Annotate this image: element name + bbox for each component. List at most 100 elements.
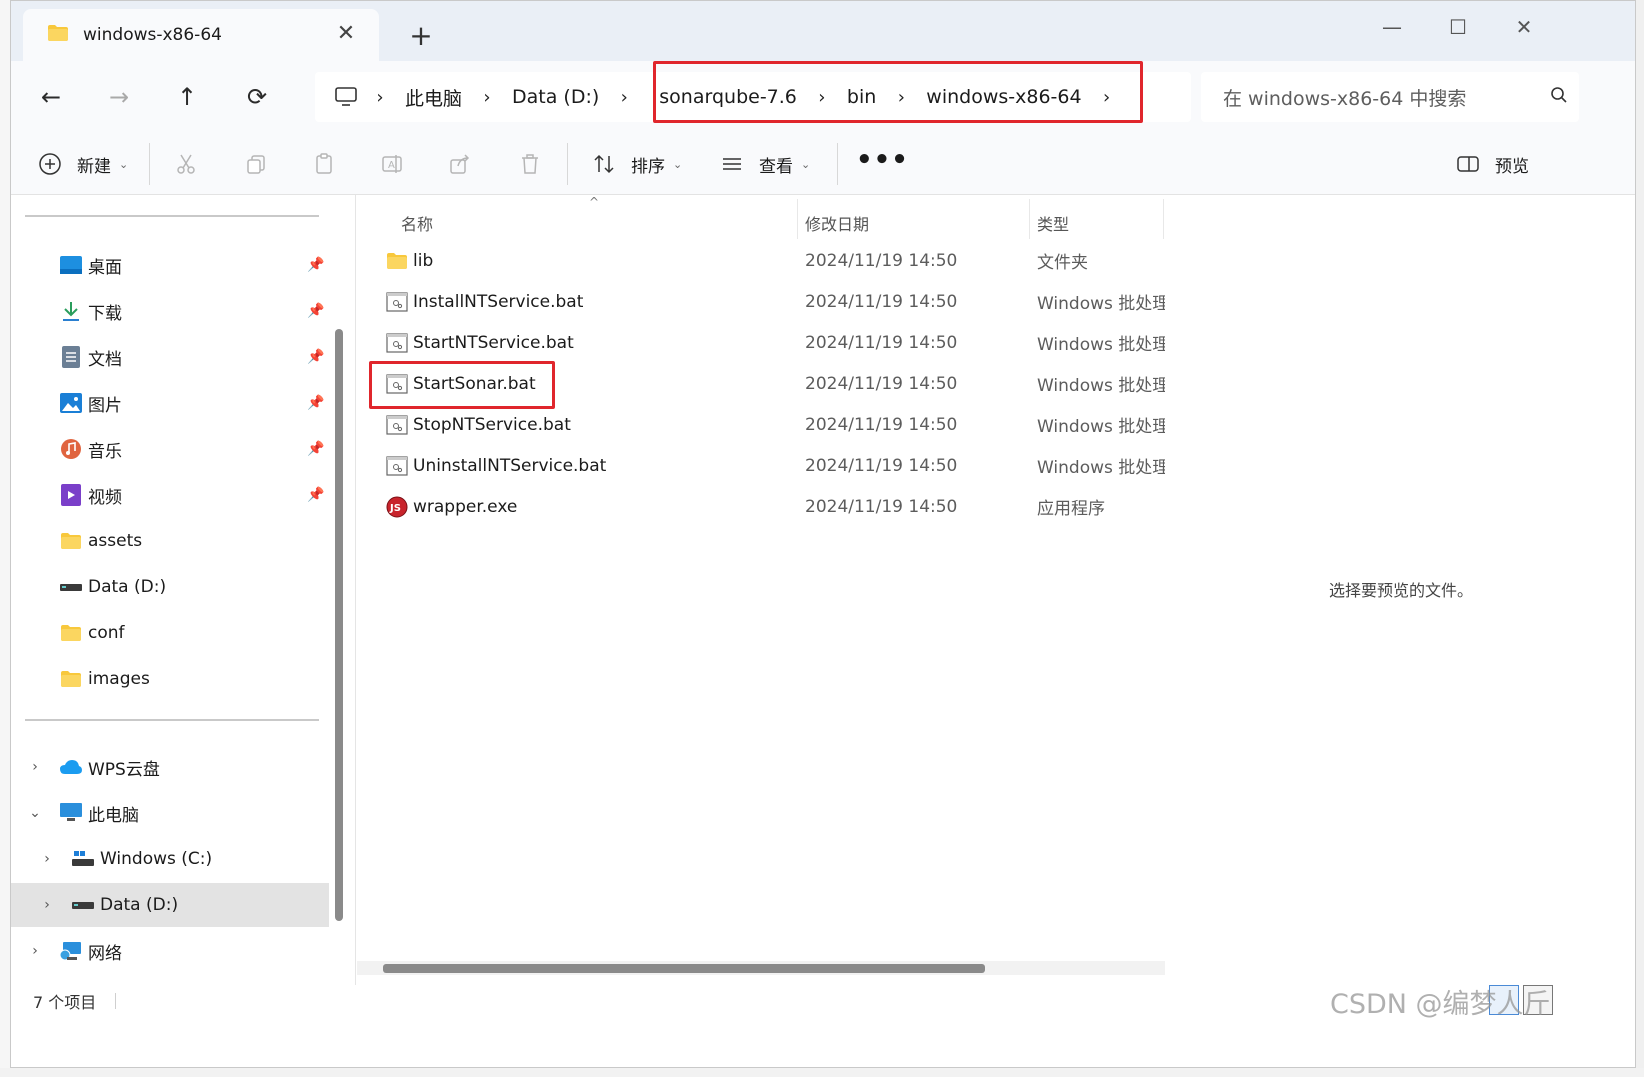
pin-icon[interactable]: 📌 xyxy=(307,395,324,411)
pin-icon[interactable]: 📌 xyxy=(307,487,324,503)
breadcrumb-data-d[interactable]: Data (D:) xyxy=(504,86,607,108)
watermark-text: CSDN @编梦人斤 xyxy=(1330,989,1551,1020)
sort-button[interactable]: 排序 ⌄ xyxy=(587,147,682,181)
sidebar-item-data-d[interactable]: › Data (D:) xyxy=(11,883,329,927)
pin-icon[interactable]: 📌 xyxy=(307,441,324,457)
column-divider[interactable] xyxy=(1029,199,1030,239)
file-type: Windows 批处理 xyxy=(1037,294,1165,314)
sidebar-item-network[interactable]: › 网络 xyxy=(11,929,329,973)
file-date: 2024/11/19 14:50 xyxy=(805,332,958,353)
file-row-installntservice[interactable]: InstallNTService.bat 2024/11/19 14:50 Wi… xyxy=(357,281,1165,322)
sidebar-item-label: images xyxy=(88,669,150,689)
folder-icon xyxy=(59,668,83,690)
sidebar-item-this-pc[interactable]: ⌄ 此电脑 xyxy=(11,791,329,835)
share-icon xyxy=(443,147,477,181)
new-tab-button[interactable]: + xyxy=(406,21,436,51)
chevron-right-icon[interactable]: › xyxy=(607,87,641,108)
chevron-down-icon[interactable]: ⌄ xyxy=(25,805,45,821)
column-divider[interactable] xyxy=(1163,199,1164,239)
column-header-type[interactable]: 类型 xyxy=(1037,203,1069,243)
cut-button[interactable] xyxy=(169,147,203,181)
sidebar-item-videos[interactable]: 视频 📌 xyxy=(11,473,329,517)
sidebar-item-downloads[interactable]: 下载 📌 xyxy=(11,289,329,333)
chevron-right-icon[interactable]: › xyxy=(37,897,57,913)
folder-icon xyxy=(59,530,83,552)
breadcrumb-this-pc[interactable]: 此电脑 xyxy=(397,84,470,111)
tab-windows-x86-64[interactable]: windows-x86-64 ✕ xyxy=(23,9,379,61)
horizontal-scrollbar[interactable] xyxy=(357,961,1165,975)
search-icon[interactable] xyxy=(1539,86,1579,108)
file-row-lib[interactable]: lib 2024/11/19 14:50 文件夹 xyxy=(357,240,1165,281)
sidebar-scrollbar[interactable] xyxy=(335,329,343,921)
refresh-button[interactable]: ⟳ xyxy=(235,75,279,119)
preview-button-label: 预览 xyxy=(1495,156,1529,177)
chevron-right-icon[interactable]: › xyxy=(37,851,57,867)
sidebar-item-label: 网络 xyxy=(88,943,122,964)
background-bottom-strip xyxy=(0,1068,1644,1077)
maximize-button[interactable]: ☐ xyxy=(1423,7,1493,47)
new-button-label: 新建 xyxy=(77,156,111,177)
sidebar-item-data-d-quick[interactable]: Data (D:) xyxy=(11,565,329,609)
sidebar-item-label: assets xyxy=(88,531,143,551)
pin-icon[interactable]: 📌 xyxy=(307,349,324,365)
navigation-bar: ← → ↑ ⟳ › 此电脑 › Data (D:) › sonarqube-7.… xyxy=(11,61,1635,133)
copy-button[interactable] xyxy=(239,147,273,181)
column-divider[interactable] xyxy=(797,199,798,239)
file-highlight-annotation xyxy=(369,361,555,409)
file-explorer-window: windows-x86-64 ✕ + — ☐ ✕ ← → ↑ ⟳ › 此电脑 ›… xyxy=(10,0,1636,1068)
computer-icon[interactable] xyxy=(329,82,363,112)
rename-button[interactable]: A xyxy=(375,147,409,181)
file-row-uninstallntservice[interactable]: UninstallNTService.bat 2024/11/19 14:50 … xyxy=(357,445,1165,486)
back-button[interactable]: ← xyxy=(29,75,73,119)
delete-button[interactable] xyxy=(513,147,547,181)
folder-icon xyxy=(47,24,69,46)
share-button[interactable] xyxy=(443,147,477,181)
file-date: 2024/11/19 14:50 xyxy=(805,414,958,435)
sidebar-item-pictures[interactable]: 图片 📌 xyxy=(11,381,329,425)
scissors-icon xyxy=(169,147,203,181)
pin-icon[interactable]: 📌 xyxy=(307,257,324,273)
sidebar-item-conf[interactable]: conf xyxy=(11,611,329,655)
sidebar-item-music[interactable]: 音乐 📌 xyxy=(11,427,329,471)
close-tab-icon[interactable]: ✕ xyxy=(333,21,359,47)
batch-file-icon xyxy=(385,455,409,477)
pin-icon[interactable]: 📌 xyxy=(307,303,324,319)
sidebar-item-windows-c[interactable]: › Windows (C:) xyxy=(11,837,329,881)
sidebar-item-documents[interactable]: 文档 📌 xyxy=(11,335,329,379)
paste-button[interactable] xyxy=(307,147,341,181)
chevron-right-icon[interactable]: › xyxy=(25,943,45,959)
minimize-button[interactable]: — xyxy=(1357,7,1427,47)
sidebar-item-desktop[interactable]: 桌面 📌 xyxy=(11,243,329,287)
preview-button[interactable]: 预览 xyxy=(1451,147,1529,181)
file-row-wrapper-exe[interactable]: JS wrapper.exe 2024/11/19 14:50 应用程序 xyxy=(357,486,1165,527)
search-box[interactable]: 在 windows-x86-64 中搜索 xyxy=(1201,72,1579,122)
file-row-stopntservice[interactable]: StopNTService.bat 2024/11/19 14:50 Windo… xyxy=(357,404,1165,445)
file-name: lib xyxy=(413,250,434,271)
sidebar-item-assets[interactable]: assets xyxy=(11,519,329,563)
sidebar-item-images[interactable]: images xyxy=(11,657,329,701)
title-bar: windows-x86-64 ✕ + — ☐ ✕ xyxy=(11,1,1635,61)
search-input[interactable]: 在 windows-x86-64 中搜索 xyxy=(1223,84,1539,111)
column-header-date[interactable]: 修改日期 xyxy=(805,203,869,243)
new-button[interactable]: 新建 ⌄ xyxy=(33,147,128,181)
sidebar-item-wps-cloud[interactable]: › WPS云盘 xyxy=(11,745,329,789)
file-date: 2024/11/19 14:50 xyxy=(805,455,958,476)
forward-button[interactable]: → xyxy=(97,75,141,119)
close-window-button[interactable]: ✕ xyxy=(1489,7,1559,47)
file-row-startntservice[interactable]: StartNTService.bat 2024/11/19 14:50 Wind… xyxy=(357,322,1165,363)
chevron-right-icon[interactable]: › xyxy=(363,87,397,108)
sidebar-divider xyxy=(25,719,319,721)
batch-file-icon xyxy=(385,414,409,436)
toolbar-divider xyxy=(567,143,568,185)
file-type: 文件夹 xyxy=(1037,253,1088,273)
sidebar-item-label: Windows (C:) xyxy=(100,849,213,869)
sidebar-item-label: Data (D:) xyxy=(88,577,167,597)
up-button[interactable]: ↑ xyxy=(165,75,209,119)
network-icon xyxy=(59,940,83,962)
chevron-right-icon[interactable]: › xyxy=(470,87,504,108)
chevron-right-icon[interactable]: › xyxy=(25,759,45,775)
view-button[interactable]: 查看 ⌄ xyxy=(715,147,810,181)
more-options-button[interactable]: ••• xyxy=(856,145,909,175)
scrollbar-thumb[interactable] xyxy=(383,964,985,973)
column-header-name[interactable]: 名称 xyxy=(401,203,433,243)
